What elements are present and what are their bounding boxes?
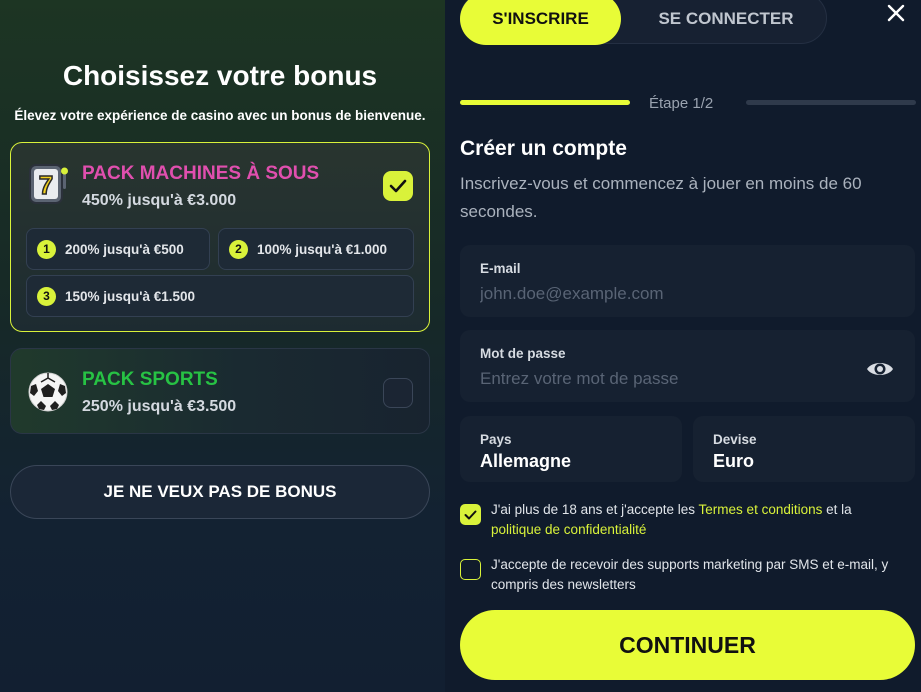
country-select[interactable]: Pays Allemagne xyxy=(460,416,682,482)
marketing-checkbox[interactable] xyxy=(460,559,481,580)
currency-value: Euro xyxy=(713,451,755,471)
bonus-title: Choisissez votre bonus xyxy=(62,60,378,91)
sports-pack-checkbox[interactable] xyxy=(383,378,413,408)
progress-bar-done xyxy=(460,100,630,105)
currency-select[interactable]: Devise Euro xyxy=(693,416,915,482)
no-bonus-button[interactable]: JE NE VEUX PAS DE BONUS xyxy=(10,465,430,519)
progress-bar-remaining xyxy=(746,100,916,105)
country-label: Pays xyxy=(480,432,512,447)
slots-tier-1: 1 200% jusqu'à €500 xyxy=(26,228,210,270)
slots-pack-title: PACK MACHINES À SOUS xyxy=(82,163,320,184)
tier-label: 200% jusqu'à €500 xyxy=(65,241,184,257)
tier-number-badge: 1 xyxy=(37,239,56,259)
tier-label: 100% jusqu'à €1.000 xyxy=(257,241,388,257)
slots-tier-2: 2 100% jusqu'à €1.000 xyxy=(218,228,414,270)
svg-text:7: 7 xyxy=(39,170,53,200)
form-title: Créer un compte xyxy=(460,137,627,160)
country-value: Allemagne xyxy=(480,451,572,471)
terms-link[interactable]: Termes et conditions xyxy=(699,502,823,517)
continue-button[interactable]: CONTINUER xyxy=(460,610,915,680)
email-field[interactable]: E-mail xyxy=(460,245,915,317)
email-label: E-mail xyxy=(480,261,521,276)
eye-icon[interactable] xyxy=(865,354,895,384)
slots-tier-3: 3 150% jusqu'à €1.500 xyxy=(26,275,414,317)
password-input[interactable] xyxy=(480,366,840,392)
password-field[interactable]: Mot de passe xyxy=(460,330,915,402)
terms-text: J'ai plus de 18 ans et j'accepte les Ter… xyxy=(491,502,852,537)
checkmark-icon xyxy=(389,179,407,193)
step-label: Étape 1/2 xyxy=(649,95,714,112)
sports-pack-amount: 250% jusqu'à €3.500 xyxy=(82,398,237,415)
bonus-panel: Choisissez votre bonus Élevez votre expé… xyxy=(0,0,445,692)
form-description: Inscrivez-vous et commencez à jouer en m… xyxy=(460,174,862,221)
privacy-link[interactable]: politique de confidentialité xyxy=(491,522,646,537)
tab-signup[interactable]: S'INSCRIRE xyxy=(460,0,621,45)
currency-label: Devise xyxy=(713,432,757,447)
terms-consent-row: J'ai plus de 18 ans et j'accepte les Ter… xyxy=(460,500,890,540)
sports-pack-title: PACK SPORTS xyxy=(82,369,218,390)
tab-login[interactable]: SE CONNECTER xyxy=(626,0,826,45)
slots-pack-amount: 450% jusqu'à €3.000 xyxy=(82,192,237,209)
close-icon[interactable] xyxy=(881,0,911,28)
tier-number-badge: 2 xyxy=(229,239,248,259)
slots-pack-checkbox[interactable] xyxy=(383,171,413,201)
email-input[interactable] xyxy=(480,281,860,307)
terms-checkbox[interactable] xyxy=(460,504,481,525)
password-label: Mot de passe xyxy=(480,346,566,361)
auth-tabs: S'INSCRIRE SE CONNECTER xyxy=(460,0,827,45)
tier-label: 150% jusqu'à €1.500 xyxy=(65,288,196,304)
tier-number-badge: 3 xyxy=(37,286,56,306)
marketing-text: J'accepte de recevoir des supports marke… xyxy=(491,557,889,592)
marketing-consent-row: J'accepte de recevoir des supports marke… xyxy=(460,555,890,595)
signup-panel: S'INSCRIRE SE CONNECTER Étape 1/2 Créer … xyxy=(445,0,921,692)
slots-pack-card[interactable]: 7 PACK MACHINES À SOUS 450% jusqu'à €3.0… xyxy=(10,142,430,332)
bonus-subtitle: Élevez votre expérience de casino avec u… xyxy=(14,108,426,123)
slot-machine-icon: 7 xyxy=(25,161,71,207)
sports-pack-card[interactable]: PACK SPORTS 250% jusqu'à €3.500 xyxy=(10,348,430,434)
checkmark-icon xyxy=(464,510,477,519)
soccer-ball-icon xyxy=(25,369,71,415)
